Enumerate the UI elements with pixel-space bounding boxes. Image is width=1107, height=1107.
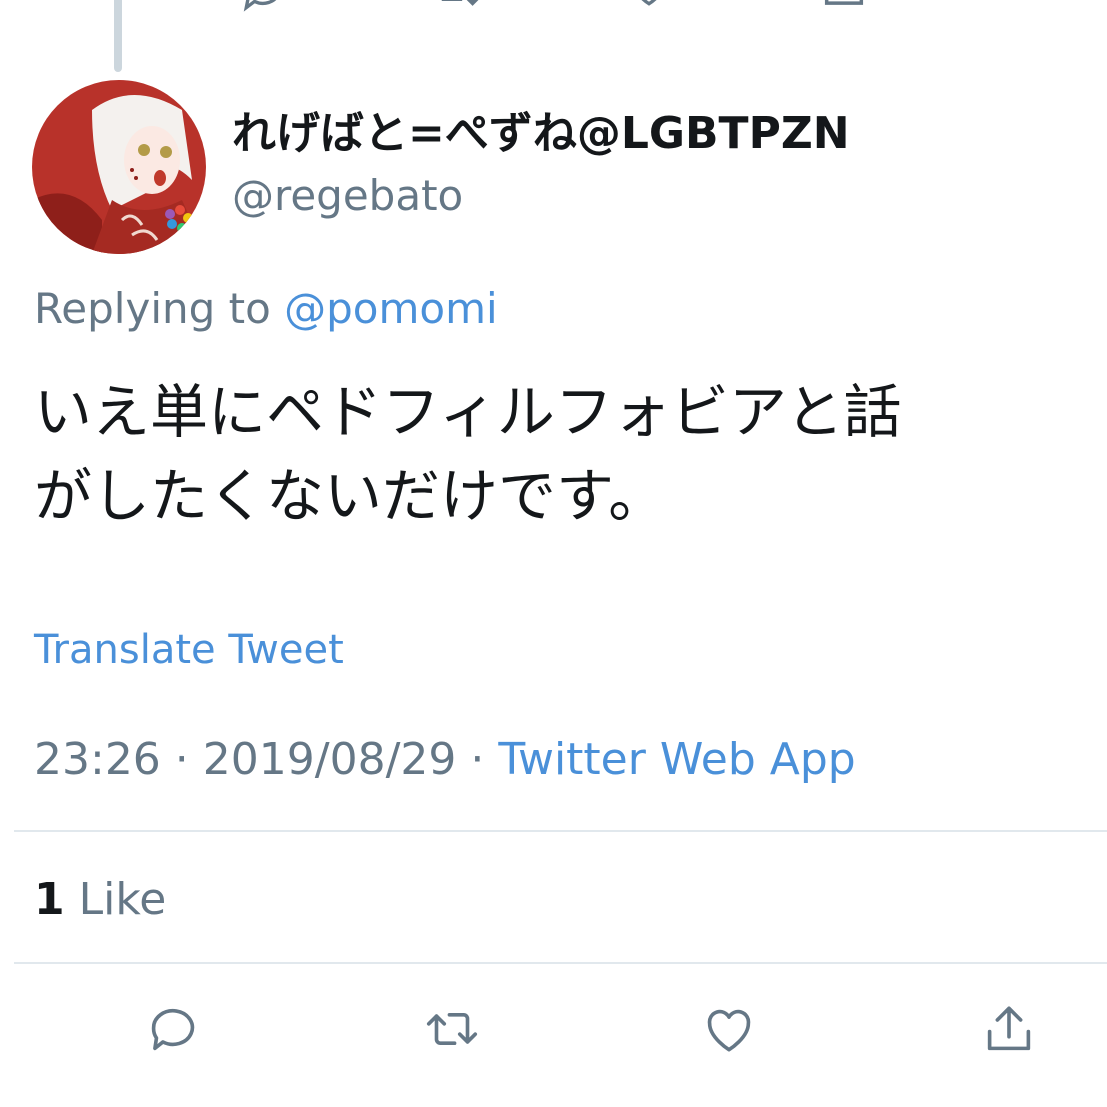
tweet-text: いえ単にペドフィルフォビアと話 がしたくないだけです。 [34, 370, 1107, 538]
meta-separator: · [456, 734, 499, 785]
replying-to-mention[interactable]: @pomomi [284, 284, 498, 333]
meta-separator: · [160, 734, 203, 785]
avatar[interactable] [32, 80, 206, 254]
tweet-date: 2019/08/29 [202, 734, 457, 785]
tweet-source-link[interactable]: Twitter Web App [498, 734, 855, 785]
replying-to-label: Replying to [34, 284, 285, 333]
reply-icon[interactable] [142, 998, 204, 1060]
tweet-metadata: 23:26 · 2019/08/29 · Twitter Web App [34, 732, 856, 788]
tweet-time: 23:26 [34, 734, 161, 785]
top-like-icon[interactable] [624, 0, 674, 10]
replying-to: Replying to @pomomi [34, 282, 498, 336]
translate-tweet-link[interactable]: Translate Tweet [34, 624, 344, 676]
retweet-icon[interactable] [418, 998, 480, 1060]
divider [14, 830, 1107, 832]
share-icon[interactable] [978, 998, 1040, 1060]
tweet-text-line: がしたくないだけです。 [34, 462, 667, 530]
user-handle[interactable]: @regebato [232, 170, 463, 222]
display-name[interactable]: れげばと=ぺずね@LGBTPZN [232, 108, 850, 160]
tweet-text-line: いえ単にペドフィルフォビアと話 [34, 378, 902, 446]
divider [14, 962, 1107, 964]
like-icon[interactable] [698, 998, 760, 1060]
top-share-icon[interactable] [818, 0, 870, 14]
top-reply-icon[interactable] [240, 0, 290, 16]
top-retweet-icon[interactable] [432, 0, 484, 16]
like-label: Like [64, 874, 167, 925]
like-count: 1 [34, 874, 65, 925]
like-count-row[interactable]: 1 Like [34, 872, 166, 928]
thread-connector-line [114, 0, 122, 72]
